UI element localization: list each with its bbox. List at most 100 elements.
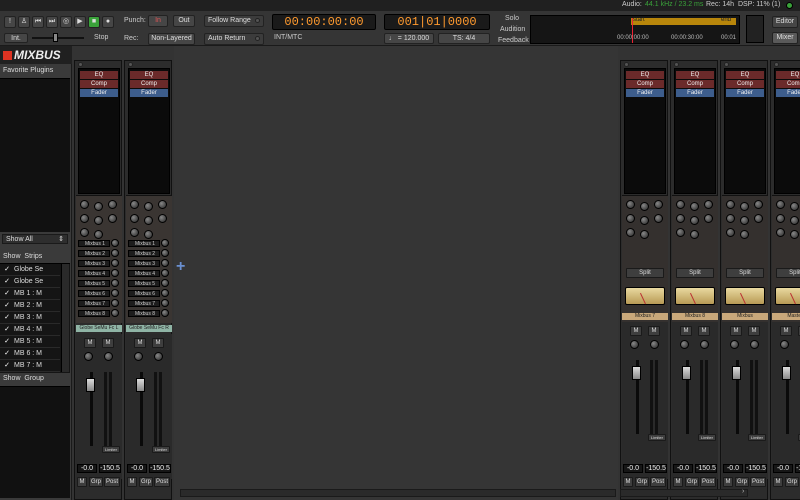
rec-button[interactable]: M bbox=[102, 338, 114, 348]
send-5[interactable]: Mixbus 5 bbox=[128, 280, 160, 287]
metronome-icon[interactable]: ♙ bbox=[18, 16, 30, 28]
mute-button[interactable]: M bbox=[723, 477, 733, 487]
strip-active-led-icon[interactable] bbox=[774, 62, 779, 67]
knob-3[interactable] bbox=[626, 214, 635, 223]
plugin-eq[interactable]: EQ bbox=[626, 71, 664, 79]
knob-7[interactable] bbox=[94, 230, 103, 239]
knob-6[interactable] bbox=[676, 228, 685, 237]
split-button[interactable]: Split bbox=[626, 268, 664, 278]
knob-3[interactable] bbox=[676, 214, 685, 223]
punch-in-button[interactable]: In bbox=[148, 15, 168, 27]
knob-4[interactable] bbox=[640, 216, 649, 225]
strip-list-item[interactable]: ✓ MB 4 : M bbox=[0, 324, 60, 336]
knob-4[interactable] bbox=[94, 216, 103, 225]
send-1[interactable]: Mixbus 1 bbox=[78, 240, 110, 247]
meter-point-button[interactable]: Post bbox=[700, 477, 716, 487]
feedback-label[interactable]: Feedback bbox=[498, 37, 529, 44]
plugin-comp[interactable]: Comp bbox=[626, 80, 664, 88]
knob-7[interactable] bbox=[740, 230, 749, 239]
fader-handle[interactable] bbox=[682, 366, 691, 380]
knob-3[interactable] bbox=[726, 214, 735, 223]
goto-end-icon[interactable]: ⏭ bbox=[46, 16, 58, 28]
strip-active-led-icon[interactable] bbox=[78, 62, 83, 67]
strip-list-item[interactable]: ✓ MB 5 : M bbox=[0, 336, 60, 348]
marker-start[interactable]: start bbox=[633, 17, 645, 23]
knob-3[interactable] bbox=[80, 214, 89, 223]
mute-solo-button[interactable]: M bbox=[630, 326, 642, 336]
pan-knob[interactable] bbox=[134, 352, 143, 361]
solo-label[interactable]: Solo bbox=[505, 15, 519, 22]
knob-0[interactable] bbox=[130, 200, 139, 209]
meter-point-button[interactable]: Post bbox=[104, 477, 120, 487]
strip-visible-checkbox[interactable]: ✓ bbox=[0, 264, 14, 276]
follow-range-button[interactable]: Follow Range bbox=[204, 15, 264, 27]
knob-0[interactable] bbox=[626, 200, 635, 209]
knob-6[interactable] bbox=[80, 228, 89, 237]
knob-0[interactable] bbox=[80, 200, 89, 209]
send-level-knob-8[interactable] bbox=[161, 309, 169, 317]
send-8[interactable]: Mixbus 8 bbox=[78, 310, 110, 317]
mute-button[interactable]: M bbox=[127, 477, 137, 487]
send-level-knob-4[interactable] bbox=[111, 269, 119, 277]
send-3[interactable]: Mixbus 3 bbox=[128, 260, 160, 267]
add-strip-button[interactable]: + bbox=[176, 258, 185, 276]
knob-5[interactable] bbox=[654, 214, 663, 223]
send-1[interactable]: Mixbus 1 bbox=[128, 240, 160, 247]
knob-0[interactable] bbox=[676, 200, 685, 209]
send-level-knob-3[interactable] bbox=[111, 259, 119, 267]
strip-active-led-icon[interactable] bbox=[724, 62, 729, 67]
processor-box[interactable]: EQCompFader bbox=[78, 68, 120, 194]
knob-7[interactable] bbox=[690, 230, 699, 239]
send-level-knob-5[interactable] bbox=[111, 279, 119, 287]
split-button[interactable]: Split bbox=[676, 268, 714, 278]
strip-visible-checkbox[interactable]: ✓ bbox=[0, 312, 14, 324]
knob-4[interactable] bbox=[690, 216, 699, 225]
shuttle-handle[interactable] bbox=[53, 33, 58, 42]
plugin-comp[interactable]: Comp bbox=[676, 80, 714, 88]
send-level-knob-3[interactable] bbox=[161, 259, 169, 267]
knob-7[interactable] bbox=[790, 230, 799, 239]
strip-visible-checkbox[interactable]: ✓ bbox=[0, 360, 14, 372]
knob-1[interactable] bbox=[690, 202, 699, 211]
int-button[interactable]: Int. bbox=[4, 33, 28, 43]
play-icon[interactable]: ▶ bbox=[74, 16, 86, 28]
pan-knob[interactable] bbox=[730, 340, 739, 349]
plugin-comp[interactable]: Comp bbox=[80, 80, 118, 88]
plugin-fader[interactable]: Fader bbox=[726, 89, 764, 97]
strip-name-button[interactable]: Mixbus 8 bbox=[672, 313, 718, 320]
strip-name-button[interactable]: Mixbus bbox=[722, 313, 768, 320]
processor-box[interactable]: EQCompFader bbox=[128, 68, 170, 194]
strip-list-item[interactable]: ✓ MB 6 : M bbox=[0, 348, 60, 360]
processor-box[interactable]: EQCompFader bbox=[724, 68, 766, 194]
send-level-knob-2[interactable] bbox=[111, 249, 119, 257]
send-level-knob-1[interactable] bbox=[111, 239, 119, 247]
mute-solo-button[interactable]: M bbox=[730, 326, 742, 336]
time-signature-button[interactable]: TS: 4/4 bbox=[438, 33, 490, 44]
group-button[interactable]: Grp bbox=[685, 477, 699, 487]
pan-knob[interactable] bbox=[84, 352, 93, 361]
limiter-button[interactable]: Limiter bbox=[648, 434, 666, 441]
fader-handle[interactable] bbox=[86, 378, 95, 392]
knob-1[interactable] bbox=[94, 202, 103, 211]
pan-knob[interactable] bbox=[680, 340, 689, 349]
send-8[interactable]: Mixbus 8 bbox=[128, 310, 160, 317]
split-button[interactable]: Split bbox=[726, 268, 764, 278]
primary-clock[interactable]: 00:00:00:00 bbox=[272, 14, 376, 30]
strip-visible-checkbox[interactable]: ✓ bbox=[0, 300, 14, 312]
mute-solo-button[interactable]: M bbox=[680, 326, 692, 336]
plugin-eq[interactable]: EQ bbox=[726, 71, 764, 79]
knob-2[interactable] bbox=[704, 200, 713, 209]
knob-4[interactable] bbox=[790, 216, 799, 225]
knob-4[interactable] bbox=[144, 216, 153, 225]
knob-1[interactable] bbox=[740, 202, 749, 211]
group-list[interactable] bbox=[0, 386, 70, 498]
group-button[interactable]: Grp bbox=[735, 477, 749, 487]
plugin-comp[interactable]: Comp bbox=[130, 80, 168, 88]
plugin-fader[interactable]: Fader bbox=[80, 89, 118, 97]
group-button[interactable]: Grp bbox=[635, 477, 649, 487]
bottom-scrollbar[interactable] bbox=[180, 489, 616, 497]
strip-list-item[interactable]: ✓ Globe Se bbox=[0, 276, 60, 288]
knob-7[interactable] bbox=[144, 230, 153, 239]
strip-active-led-icon[interactable] bbox=[624, 62, 629, 67]
rec-button[interactable]: M bbox=[698, 326, 710, 336]
